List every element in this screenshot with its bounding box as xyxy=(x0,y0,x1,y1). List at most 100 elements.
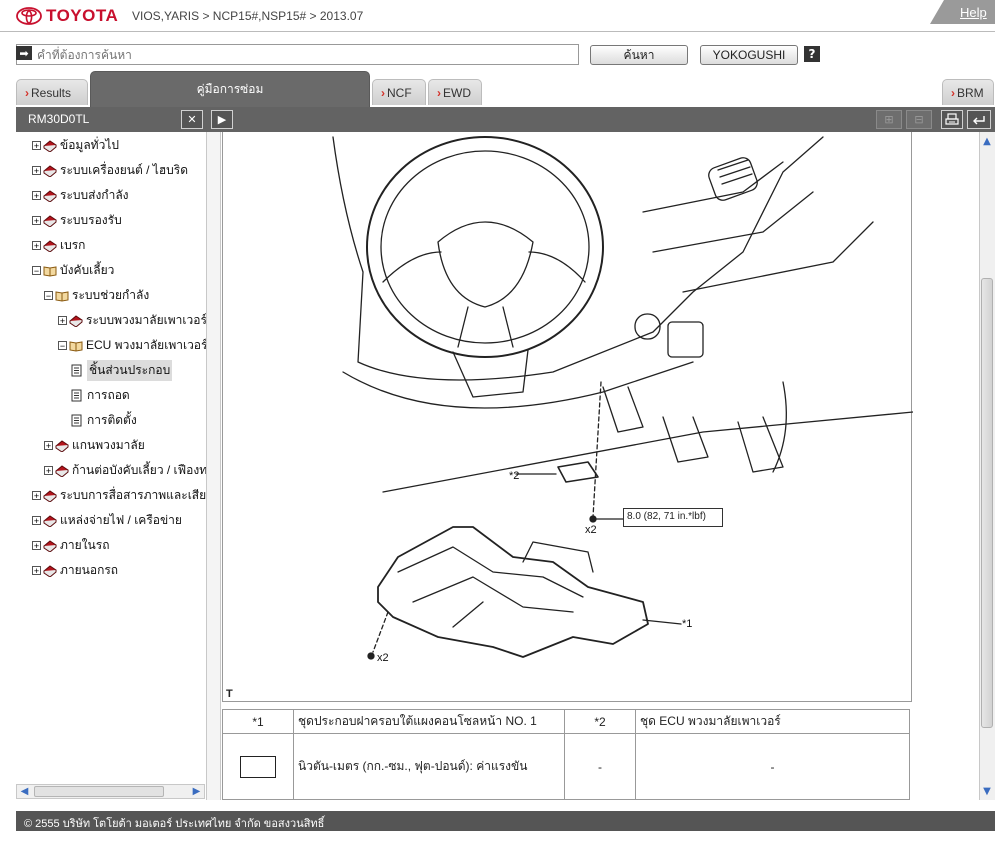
illustration-frame: *2 x2 *1 x2 xyxy=(222,132,913,702)
tree-item-label: ระบบเครื่องยนต์ / ไฮบริด xyxy=(60,162,189,177)
expand-icon[interactable]: + xyxy=(32,190,41,200)
scroll-up-icon[interactable]: ▲ xyxy=(980,134,994,148)
tree-item[interactable]: + แหล่งจ่ายไฟ / เครือข่าย xyxy=(32,511,182,529)
tab-repair-manual[interactable]: คู่มือการซ่อม xyxy=(90,71,370,107)
expand-icon[interactable]: + xyxy=(32,565,41,575)
air-vent xyxy=(708,157,758,201)
tree-item[interactable]: − ระบบช่วยกำลัง xyxy=(44,286,149,304)
tree-item-label: ภายนอกรถ xyxy=(60,562,119,577)
return-arrow-icon xyxy=(973,115,985,124)
content-scroll-thumb[interactable] xyxy=(981,278,993,728)
expand-icon[interactable]: + xyxy=(58,315,67,325)
expand-icon[interactable]: + xyxy=(32,215,41,225)
expand-icon[interactable]: + xyxy=(44,465,53,475)
scroll-left-icon[interactable]: ◀ xyxy=(17,785,32,798)
tab-arrow-icon: › xyxy=(437,85,441,100)
book-closed-icon xyxy=(43,214,57,227)
tree-scroll-thumb[interactable] xyxy=(34,786,164,797)
tree-item[interactable]: + ภายนอกรถ xyxy=(32,561,118,579)
scroll-down-icon[interactable]: ▼ xyxy=(980,784,994,798)
search-button[interactable]: ค้นหา xyxy=(590,45,688,65)
tree-item[interactable]: การติดตั้ง xyxy=(70,411,137,429)
tree-item[interactable]: − บังคับเลี้ยว xyxy=(32,261,114,279)
tree-item[interactable]: ชิ้นส่วนประกอบ xyxy=(70,359,173,381)
tree-item[interactable]: + ข้อมูลทั่วไป xyxy=(32,136,119,154)
tree-item-label: ภายในรถ xyxy=(60,537,110,552)
switch-panel-2 xyxy=(634,313,661,340)
help-link[interactable]: Help xyxy=(960,5,987,20)
tab-brm-label: BRM xyxy=(957,85,984,100)
book-closed-icon xyxy=(43,539,57,552)
brand-name: TOYOTA xyxy=(46,6,119,25)
tree-item-label: ระบบช่วยกำลัง xyxy=(72,287,150,302)
legend-dash-2: - xyxy=(635,733,910,800)
page-icon xyxy=(71,414,82,426)
close-tree-button[interactable]: ✕ xyxy=(181,110,203,129)
navigation-tree: + ข้อมูลทั่วไป + ระบบเครื่องยนต์ / ไฮบริด + ร… xyxy=(16,132,206,784)
tree-item[interactable]: + ระบบการสื่อสารภาพและเสียง xyxy=(32,486,206,504)
expand-icon[interactable]: + xyxy=(32,165,41,175)
expand-icon[interactable]: + xyxy=(32,540,41,550)
tree-item[interactable]: การถอด xyxy=(70,386,130,404)
breadcrumb: VIOS,YARIS > NCP15#,NSP15# > 2013.07 xyxy=(132,9,364,23)
back-button[interactable] xyxy=(967,110,991,129)
dash-lower xyxy=(342,361,694,409)
expand-tree-button[interactable]: ▶ xyxy=(211,110,233,129)
tree-item[interactable]: + ระบบส่งกำลัง xyxy=(32,186,129,204)
header-divider xyxy=(0,31,995,32)
collapse-icon[interactable]: − xyxy=(44,290,53,300)
tree-item[interactable]: + เบรก xyxy=(32,236,85,254)
tree-item[interactable]: + ระบบพวงมาลัยเพาเวอร์ xyxy=(58,311,206,329)
yokogushi-button[interactable]: YOKOGUSHI xyxy=(700,45,798,65)
zoom-out-button[interactable]: ⊟ xyxy=(906,110,932,129)
undercover-detail xyxy=(397,546,584,628)
collapse-icon[interactable]: − xyxy=(58,340,67,350)
tab-ewd[interactable]: › EWD xyxy=(428,79,482,105)
tree-item-label: เบรก xyxy=(60,237,86,252)
print-icon xyxy=(945,113,959,125)
floor-line xyxy=(382,411,913,493)
help-button[interactable]: ? xyxy=(804,46,820,62)
expand-icon[interactable]: + xyxy=(32,515,41,525)
tree-item-label: ระบบพวงมาลัยเพาเวอร์ xyxy=(86,312,206,327)
tab-ncf[interactable]: › NCF xyxy=(372,79,426,105)
screw-marker xyxy=(367,652,375,660)
tab-results-label: Results xyxy=(31,85,72,100)
legend-num-2: *2 xyxy=(564,709,636,734)
tab-results[interactable]: › Results xyxy=(16,79,88,105)
print-button[interactable] xyxy=(941,110,963,129)
expand-icon[interactable]: + xyxy=(32,140,41,150)
book-open-icon xyxy=(69,340,83,352)
play-right-icon: ▶ xyxy=(217,113,227,126)
tree-item[interactable]: + ระบบเครื่องยนต์ / ไฮบริด xyxy=(32,161,188,179)
switch-panel xyxy=(667,321,704,358)
document-toolbar xyxy=(16,107,995,132)
expand-icon[interactable]: + xyxy=(32,240,41,250)
book-open-icon xyxy=(55,290,69,302)
legend-row: นิวตัน-เมตร (กก.-ซม., ฟุต-ปอนด์): ค่าแรง… xyxy=(222,733,910,800)
tab-brm[interactable]: › BRM xyxy=(942,79,994,105)
tree-item[interactable]: + ภายในรถ xyxy=(32,536,109,554)
book-closed-icon xyxy=(69,314,83,327)
tree-item[interactable]: − ECU พวงมาลัยเพาเวอร์ xyxy=(58,336,206,354)
expand-icon[interactable]: + xyxy=(32,490,41,500)
steering-hub xyxy=(437,221,534,308)
zoom-in-button[interactable]: ⊞ xyxy=(876,110,902,129)
expand-icon[interactable]: + xyxy=(44,440,53,450)
torque-symbol-cell xyxy=(222,733,294,800)
pedal-2 xyxy=(662,416,709,463)
legend-desc-2: ชุด ECU พวงมาลัยเพาเวอร์ xyxy=(635,709,910,734)
undercover-tab xyxy=(522,541,594,573)
tree-item[interactable]: + แกนพวงมาลัย xyxy=(44,436,145,454)
tree-item[interactable]: + ก้านต่อบังคับเลี้ยว / เฟืองท xyxy=(44,461,206,479)
dash-outline xyxy=(332,136,824,381)
search-input[interactable] xyxy=(16,44,579,65)
collapse-icon[interactable]: − xyxy=(32,265,41,275)
pane-divider[interactable] xyxy=(206,132,221,800)
tree-item[interactable]: + ระบบรองรับ xyxy=(32,211,122,229)
scroll-right-icon[interactable]: ▶ xyxy=(189,785,204,798)
page-icon xyxy=(71,389,82,401)
torque-symbol-icon xyxy=(240,755,276,778)
search-arrow-icon: ➡ xyxy=(16,46,32,60)
legend-row: *1 ชุดประกอบฝาครอบใต้แผงคอนโซลหน้า NO. 1… xyxy=(222,709,910,734)
